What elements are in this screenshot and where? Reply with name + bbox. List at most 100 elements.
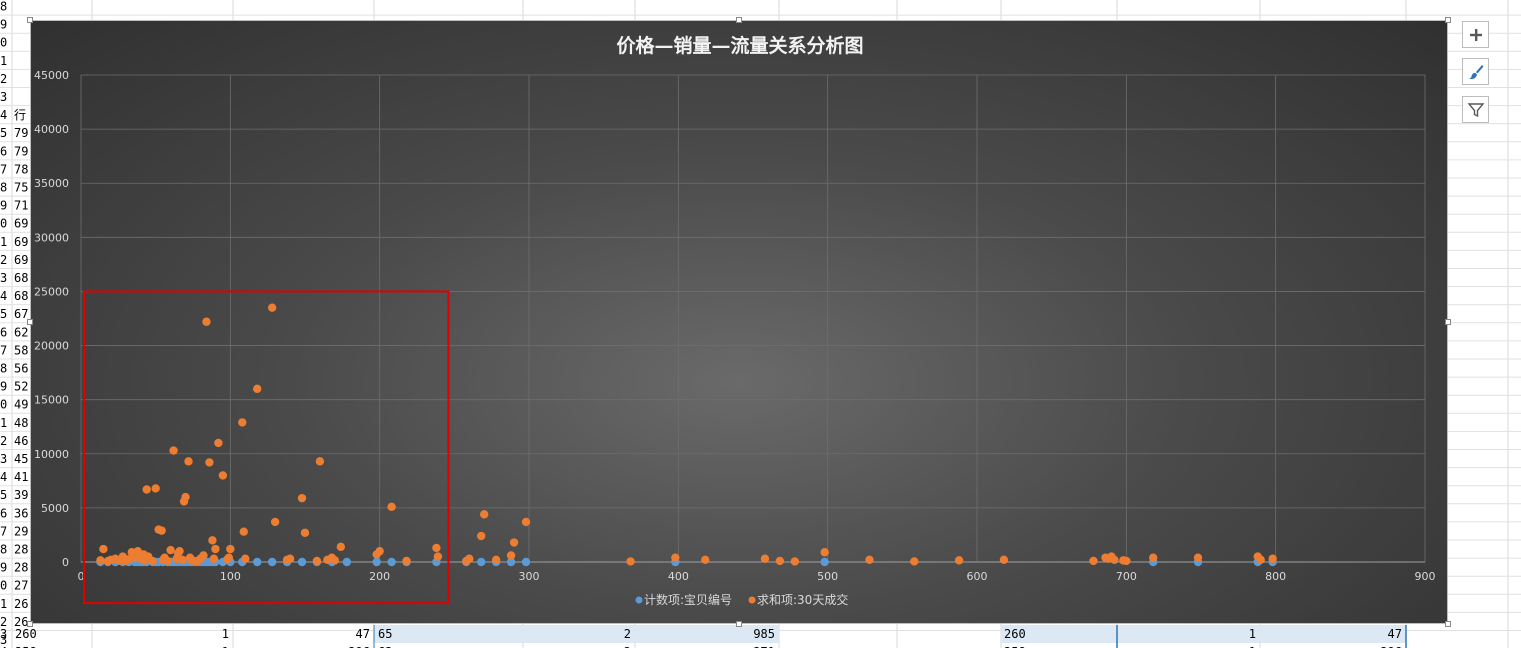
- data-point[interactable]: [387, 502, 396, 512]
- data-point[interactable]: [491, 555, 501, 565]
- data-point[interactable]: [184, 457, 193, 466]
- data-point[interactable]: [209, 554, 219, 563]
- resize-handle-top-left[interactable]: [27, 17, 33, 23]
- data-point[interactable]: [218, 471, 228, 480]
- data-point[interactable]: [99, 544, 108, 554]
- resize-handle-top-right[interactable]: [1445, 17, 1451, 23]
- data-point[interactable]: [790, 557, 800, 566]
- data-point[interactable]: [671, 553, 680, 562]
- data-point[interactable]: [169, 446, 178, 455]
- data-point[interactable]: [199, 551, 208, 560]
- data-point[interactable]: [775, 556, 785, 566]
- cell-fragment: 78: [14, 162, 28, 176]
- data-point[interactable]: [239, 527, 248, 536]
- data-point[interactable]: [241, 554, 250, 563]
- data-point[interactable]: [142, 485, 151, 494]
- data-point[interactable]: [297, 557, 307, 567]
- data-point[interactable]: [214, 438, 223, 448]
- resize-handle-bottom[interactable]: [736, 621, 742, 627]
- scatter-chart[interactable]: 价格—销量—流量关系分析图 0 5000 10000 15000 20000 25000 30…: [31, 21, 1449, 625]
- data-point[interactable]: [387, 557, 396, 567]
- data-point[interactable]: [178, 555, 187, 565]
- data-point[interactable]: [163, 556, 172, 566]
- data-point[interactable]: [477, 557, 486, 567]
- data-point[interactable]: [701, 555, 710, 565]
- data-point[interactable]: [433, 552, 443, 561]
- data-point[interactable]: [96, 556, 105, 565]
- data-point[interactable]: [910, 557, 919, 566]
- data-point[interactable]: [521, 557, 531, 567]
- resize-handle-left[interactable]: [27, 319, 33, 325]
- data-point[interactable]: [270, 517, 280, 527]
- data-point[interactable]: [372, 557, 381, 567]
- table-cell: 260: [1004, 627, 1026, 641]
- row-header: 4: [0, 470, 7, 484]
- data-point[interactable]: [297, 493, 307, 503]
- data-point[interactable]: [1110, 555, 1119, 565]
- data-point[interactable]: [375, 546, 384, 556]
- data-point[interactable]: [506, 551, 516, 560]
- data-point[interactable]: [477, 531, 486, 541]
- data-point[interactable]: [181, 492, 190, 502]
- data-point[interactable]: [509, 538, 519, 547]
- data-point[interactable]: [211, 544, 220, 554]
- data-point[interactable]: [521, 517, 531, 527]
- data-point[interactable]: [1193, 553, 1203, 562]
- x-tick-label: 100: [220, 570, 241, 583]
- data-point[interactable]: [253, 384, 262, 394]
- data-point[interactable]: [267, 557, 277, 567]
- data-point[interactable]: [267, 303, 277, 312]
- legend-marker: [635, 596, 643, 604]
- data-point[interactable]: [202, 317, 211, 326]
- data-point[interactable]: [330, 556, 340, 565]
- data-point[interactable]: [226, 544, 235, 554]
- data-point[interactable]: [626, 557, 635, 566]
- data-point[interactable]: [253, 557, 262, 567]
- data-point[interactable]: [175, 546, 184, 556]
- data-point[interactable]: [402, 556, 411, 566]
- resize-handle-right[interactable]: [1445, 319, 1451, 325]
- table-cell: 47: [356, 627, 370, 641]
- legend[interactable]: 计数项:宝贝编号 求和项:30天成交: [635, 592, 849, 607]
- data-point[interactable]: [166, 545, 175, 555]
- data-point[interactable]: [157, 526, 166, 535]
- data-point[interactable]: [238, 418, 247, 427]
- data-point[interactable]: [285, 554, 295, 563]
- data-point[interactable]: [151, 484, 160, 493]
- data-point[interactable]: [760, 554, 770, 563]
- data-point[interactable]: [820, 557, 829, 567]
- resize-handle-bottom-right[interactable]: [1445, 621, 1451, 627]
- data-point[interactable]: [432, 543, 441, 553]
- chart-styles-button[interactable]: [1462, 58, 1489, 85]
- data-point[interactable]: [1268, 554, 1277, 563]
- cell-fragment: 39: [14, 488, 28, 502]
- chart-filters-button[interactable]: [1462, 96, 1489, 123]
- table-cell: 260: [15, 627, 37, 641]
- chart-elements-button[interactable]: [1462, 21, 1489, 48]
- chart-area[interactable]: 价格—销量—流量关系分析图 0 5000 10000 15000 20000 25000 30…: [30, 20, 1448, 624]
- data-point[interactable]: [208, 536, 217, 545]
- data-point[interactable]: [300, 528, 310, 537]
- data-point[interactable]: [465, 554, 474, 563]
- row-header: 0: [0, 398, 7, 412]
- data-point[interactable]: [312, 556, 322, 566]
- data-point[interactable]: [865, 555, 874, 565]
- resize-handle-top[interactable]: [736, 17, 742, 23]
- data-point[interactable]: [224, 553, 234, 562]
- data-point[interactable]: [315, 457, 325, 466]
- data-point[interactable]: [1122, 556, 1131, 566]
- x-tick-label: 500: [817, 570, 838, 583]
- data-point[interactable]: [205, 458, 214, 467]
- resize-handle-bottom-left[interactable]: [27, 621, 33, 627]
- data-point[interactable]: [342, 557, 352, 567]
- data-point[interactable]: [1089, 556, 1098, 566]
- data-point[interactable]: [1256, 555, 1265, 565]
- data-point[interactable]: [954, 556, 964, 565]
- data-point[interactable]: [1149, 553, 1158, 562]
- data-point[interactable]: [820, 548, 829, 557]
- data-point[interactable]: [480, 510, 489, 519]
- table-cell: 65: [378, 627, 392, 641]
- data-point[interactable]: [148, 556, 157, 566]
- data-point[interactable]: [336, 542, 346, 552]
- data-point[interactable]: [999, 555, 1009, 565]
